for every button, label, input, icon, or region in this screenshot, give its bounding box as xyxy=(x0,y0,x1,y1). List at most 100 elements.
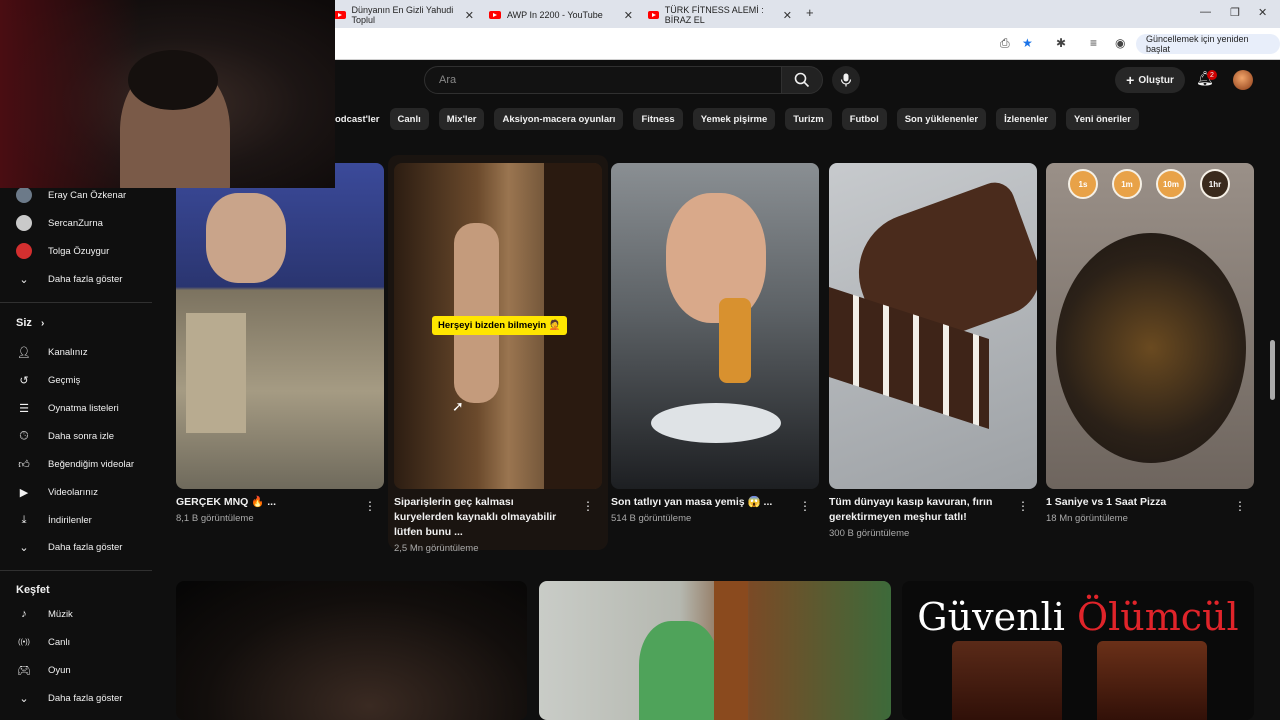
sidebar-item[interactable]: 🎮︎ Oyun xyxy=(16,659,71,681)
short-title[interactable]: 1 Saniye vs 1 Saat Pizza xyxy=(1046,495,1226,510)
create-button[interactable]: + Oluştur xyxy=(1115,67,1185,93)
tab-title: Dünyanın En Gizli Yahudi Toplul xyxy=(351,5,454,25)
sidebar-item-label: Müzik xyxy=(48,608,73,620)
browser-tab-2[interactable]: AWP In 2200 - YouTube ✕ xyxy=(489,4,633,26)
short-title[interactable]: Siparişlerin geç kalması kuryelerden kay… xyxy=(394,495,574,540)
filter-chip[interactable]: Mix'ler xyxy=(438,108,485,130)
show-more-label: Daha fazla göster xyxy=(48,692,123,704)
filter-chip[interactable]: Yemek pişirme xyxy=(692,108,776,130)
clock-icon: 🕒︎ xyxy=(19,429,29,442)
video-thumbnail[interactable] xyxy=(176,581,527,720)
gaming-icon: 🎮︎ xyxy=(17,664,31,677)
sidebar-item[interactable]: ▶ Videolarınız xyxy=(16,481,98,503)
short-thumbnail[interactable] xyxy=(829,163,1037,489)
voice-search-button[interactable] xyxy=(832,66,860,94)
sidebar-item[interactable]: ♪ Müzik xyxy=(16,603,73,625)
person-icon: 👤︎ xyxy=(17,346,31,359)
account-avatar[interactable] xyxy=(1233,70,1253,90)
glass-right xyxy=(1097,641,1207,720)
filter-chip[interactable]: Yeni öneriler xyxy=(1065,108,1139,130)
close-tab-icon[interactable]: ✕ xyxy=(783,9,792,22)
short-card[interactable]: Tüm dünyayı kasıp kavuran, fırın gerekti… xyxy=(829,163,1037,539)
filter-chip[interactable]: Canlı xyxy=(389,108,429,130)
sidebar-item[interactable]: 👤︎ Kanalınız xyxy=(16,341,88,363)
filter-chip[interactable]: Turizm xyxy=(785,108,832,130)
youtube-icon xyxy=(334,11,346,19)
short-title[interactable]: Son tatlıyı yan masa yemiş 😱 ... xyxy=(611,495,791,510)
short-card[interactable]: 1s 1m 10m 1hr 1 Saniye vs 1 Saat Pizza 18 M… xyxy=(1046,163,1254,524)
video-caption-overlay: Herşeyi bizden bilmeyin 🤦 xyxy=(432,316,567,335)
update-restart-button[interactable]: Güncellemek için yeniden başlat xyxy=(1136,34,1280,54)
browser-tab-1[interactable]: Dünyanın En Gizli Yahudi Toplul ✕ xyxy=(334,4,474,26)
more-options-icon[interactable]: ⋮ xyxy=(364,499,376,513)
filter-chip[interactable]: Futbol xyxy=(841,108,887,130)
extensions-icon[interactable]: ✱ xyxy=(1056,36,1066,50)
more-options-icon[interactable]: ⋮ xyxy=(1017,499,1029,513)
short-thumbnail[interactable] xyxy=(611,163,819,489)
filter-chip[interactable]: İzlenenler xyxy=(996,108,1056,130)
media-control-icon[interactable]: ≡ xyxy=(1090,36,1097,50)
short-title[interactable]: GERÇEK MNQ 🔥 ... xyxy=(176,495,356,510)
search-icon xyxy=(794,72,810,88)
you-section-header[interactable]: Siz › xyxy=(16,317,44,329)
short-thumbnail[interactable]: 1s 1m 10m 1hr xyxy=(1046,163,1254,489)
sidebar-subscription[interactable]: SercanZurna xyxy=(16,212,103,234)
thumbs-up-icon: 👍︎ xyxy=(18,458,30,471)
more-options-icon[interactable]: ⋮ xyxy=(582,499,594,513)
more-options-icon[interactable]: ⋮ xyxy=(799,499,811,513)
show-more-you[interactable]: ⌄ Daha fazla göster xyxy=(16,536,122,558)
filter-chips-bar: odcast'ler Canlı Mix'ler Aksiyon-macera oyu… xyxy=(335,108,1139,130)
webcam-overlay xyxy=(0,0,335,188)
filter-chip[interactable]: odcast'ler xyxy=(335,108,380,130)
minimize-icon[interactable]: — xyxy=(1200,6,1211,18)
burnt-pizza xyxy=(1056,233,1246,463)
filter-chip[interactable]: Fitness xyxy=(633,108,683,130)
short-thumbnail[interactable] xyxy=(176,163,384,489)
close-tab-icon[interactable]: ✕ xyxy=(465,9,474,22)
browser-tab-3[interactable]: TÜRK FİTNESS ALEMİ : BİRAZ EL ✕ xyxy=(648,4,792,26)
page-scrollbar[interactable] xyxy=(1270,340,1275,400)
more-options-icon[interactable]: ⋮ xyxy=(1234,499,1246,513)
short-card[interactable]: GERÇEK MNQ 🔥 ... 8,1 B görüntüleme ⋮ xyxy=(176,163,384,524)
close-tab-icon[interactable]: ✕ xyxy=(624,9,633,22)
show-more-label: Daha fazla göster xyxy=(48,541,123,553)
timer-badges: 1s 1m 10m 1hr xyxy=(1068,169,1230,199)
close-window-icon[interactable]: ✕ xyxy=(1258,6,1267,19)
show-more-subscriptions[interactable]: ⌄ Daha fazla göster xyxy=(16,268,122,290)
sidebar-item[interactable]: ⤓ İndirilenler xyxy=(16,509,92,531)
sidebar-item-label: Kanalınız xyxy=(48,346,88,358)
short-views: 8,1 B görüntüleme xyxy=(176,513,254,524)
channel-avatar xyxy=(16,243,32,259)
search-button[interactable] xyxy=(781,66,823,94)
show-more-explore[interactable]: ⌄ Daha fazla göster xyxy=(16,687,122,709)
notification-count-badge: 2 xyxy=(1207,70,1217,80)
filter-chip[interactable]: Aksiyon-macera oyunları xyxy=(494,108,624,130)
filter-chip[interactable]: Son yüklenenler xyxy=(896,108,987,130)
woman-figure xyxy=(454,223,499,403)
timer-badge: 10m xyxy=(1156,169,1186,199)
chevron-down-icon: ⌄ xyxy=(19,692,29,705)
install-app-icon[interactable]: ⎙ xyxy=(1000,36,1010,51)
sidebar-subscription[interactable]: Tolga Özuygur xyxy=(16,240,109,262)
channel-avatar xyxy=(16,215,32,231)
search-input[interactable]: Ara xyxy=(424,66,782,94)
new-tab-icon[interactable]: + xyxy=(806,5,814,20)
mouse-cursor-icon: ➚ xyxy=(452,398,464,414)
sidebar-item[interactable]: 🕒︎ Daha sonra izle xyxy=(16,425,114,447)
short-title[interactable]: Tüm dünyayı kasıp kavuran, fırın gerekti… xyxy=(829,495,1009,525)
sidebar-item[interactable]: ☰ Oynatma listeleri xyxy=(16,397,119,419)
sidebar-item-label: İndirilenler xyxy=(48,514,92,526)
short-card[interactable]: Siparişlerin geç kalması kuryelerden kay… xyxy=(394,163,602,554)
video-thumbnail[interactable]: Güvenli Ölümcül xyxy=(902,581,1254,720)
maximize-icon[interactable]: ❐ xyxy=(1230,6,1240,19)
profile-icon[interactable]: ◉ xyxy=(1115,36,1125,50)
short-card[interactable]: Son tatlıyı yan masa yemiş 😱 ... 514 B g… xyxy=(611,163,819,524)
webcam-hair xyxy=(128,50,218,110)
sidebar-item[interactable]: 👍︎ Beğendiğim videolar xyxy=(16,453,134,475)
sidebar-item-label: Geçmiş xyxy=(48,374,81,386)
video-thumbnail[interactable] xyxy=(539,581,891,720)
sidebar-item[interactable]: ↺ Geçmiş xyxy=(16,369,80,391)
channel-name: SercanZurna xyxy=(48,217,103,229)
sidebar-item[interactable]: ((•)) Canlı xyxy=(16,631,70,653)
bookmark-star-icon[interactable]: ★ xyxy=(1022,36,1033,50)
